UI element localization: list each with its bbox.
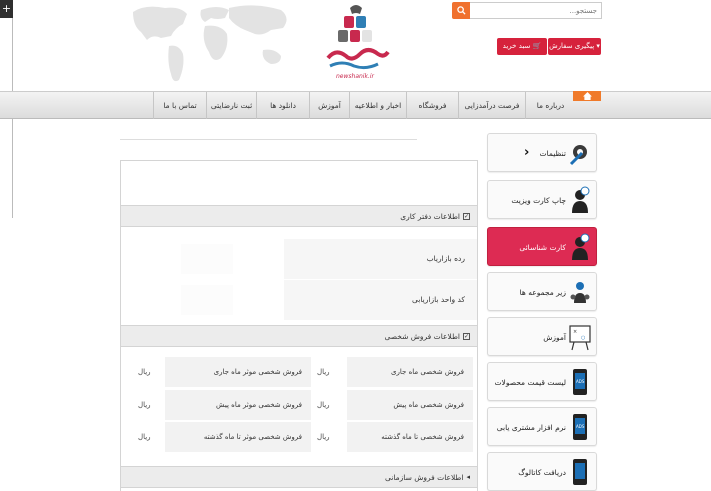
nav-item-news[interactable]: اخبار و اطلاعیه [349, 92, 406, 119]
personal-sales-header[interactable]: ✓ اطلاعات فروش شخصی [121, 325, 477, 347]
svg-text:×: × [573, 329, 577, 335]
nav-item-education[interactable]: آموزش [309, 92, 349, 119]
caret-left-icon: ◂ [466, 472, 470, 481]
sales-last-month-label: فروش شخصی ماه پیش [347, 390, 473, 420]
marketing-unit-code-value [129, 280, 279, 320]
sidebar-item-settings[interactable]: تنظیمات › [487, 133, 597, 172]
home-button[interactable] [573, 91, 601, 101]
nav-item-about[interactable]: درباره ما [525, 92, 575, 119]
sidebar-label-print-card: چاپ کارت ویزیت [511, 196, 566, 205]
currency-unit: ریال [317, 433, 330, 441]
org-sales-header[interactable]: ◂ اطلاعات فروش سازمانی [121, 466, 477, 488]
sidebar-label-id-card: کارت شناسائی [519, 243, 566, 252]
gear-wrench-icon [569, 145, 587, 166]
world-map-graphic [133, 5, 287, 82]
sales-current-month-label: فروش شخصی ماه جاری [347, 357, 473, 387]
content-divider [120, 139, 417, 140]
sidebar-label-customer-app: نرم افزار مشتری یابی [496, 423, 566, 432]
currency-unit: ریال [317, 368, 330, 376]
svg-text:ADS: ADS [576, 424, 585, 429]
sidebar-label-catalog: دریافت کاتالوگ [518, 468, 566, 477]
sidebar-item-customer-app[interactable]: ADS نرم افزار مشتری یابی [487, 407, 597, 446]
home-icon [582, 92, 592, 100]
marketer-rank-label: رده بازاریاب [284, 239, 477, 279]
main-panel: ✓ اطلاعات دفتر کاری رده بازاریاب کد واحد… [120, 160, 478, 491]
table-row: فروش شخصی ماه پیش ریال فروش شخصی موثر ما… [121, 390, 477, 420]
cart-button[interactable]: سبد خرید 🛒 [497, 38, 547, 55]
sidebar-item-price-list[interactable]: ADS لیست قیمت محصولات [487, 362, 597, 401]
nav-item-opportunity[interactable]: فرصت درآمدزایی [458, 92, 525, 119]
newshanik-logo [326, 5, 390, 70]
sales-until-last-month-label: فروش شخصی تا ماه گذشته [347, 422, 473, 452]
currency-unit: ریال [317, 401, 330, 409]
search-icon [456, 6, 466, 15]
nav-item-downloads[interactable]: دانلود ها [256, 92, 309, 119]
track-order-button[interactable]: پیگیری سفارش ▾ [548, 38, 601, 55]
search-input[interactable] [470, 2, 602, 19]
office-info-title: اطلاعات دفتر کاری [400, 211, 460, 221]
sidebar-item-print-card[interactable]: چاپ کارت ویزیت [487, 180, 597, 219]
marketer-rank-value [129, 239, 279, 279]
svg-text:○: ○ [581, 335, 585, 341]
id-card-icon [572, 233, 590, 260]
network-icon [570, 282, 590, 303]
table-row: فروش شخصی ماه جاری ریال فروش شخصی موثر م… [121, 357, 477, 387]
sidebar-item-education[interactable]: × ○ آموزش [487, 317, 597, 356]
price-list-icon: ADS [573, 369, 587, 395]
svg-text:ADS: ADS [576, 379, 585, 384]
search-bar [452, 2, 602, 19]
search-button[interactable] [452, 2, 470, 19]
cart-icon: 🛒 [532, 42, 542, 50]
nav-item-contact[interactable]: تماس با ما [153, 92, 206, 119]
currency-unit: ریال [138, 401, 151, 409]
nav-item-complaint[interactable]: ثبت نارضایتی [206, 92, 256, 119]
logo-url-text: newshanik.ir [336, 73, 374, 80]
sidebar-label-settings: تنظیمات [539, 149, 566, 158]
personal-sales-title: اطلاعات فروش شخصی [384, 331, 461, 341]
sidebar-item-catalog[interactable]: دریافت کاتالوگ [487, 452, 597, 491]
main-nav: درباره ما فرصت درآمدزایی فروشگاه اخبار و… [0, 91, 711, 119]
sidebar-label-subsets: زیر مجموعه ها [519, 288, 566, 297]
sidebar-label-price-list: لیست قیمت محصولات [494, 378, 567, 387]
currency-unit: ریال [138, 433, 151, 441]
sidebar-item-subsets[interactable]: زیر مجموعه ها [487, 272, 597, 311]
org-sales-title: اطلاعات فروش سازمانی [385, 472, 464, 482]
effective-sales-current-month-label: فروش شخصی موثر ماه جاری [165, 357, 311, 387]
checkbox-icon: ✓ [463, 212, 470, 220]
effective-sales-until-last-month-label: فروش شخصی موثر تا ماه گذشته [165, 422, 311, 452]
sidebar-item-id-card[interactable]: کارت شناسائی [487, 227, 597, 266]
whiteboard-icon: × ○ [569, 325, 591, 351]
catalog-icon [573, 459, 587, 485]
business-card-icon [572, 186, 590, 213]
mobile-app-icon: ADS [573, 414, 587, 440]
office-info-header[interactable]: ✓ اطلاعات دفتر کاری [121, 205, 477, 227]
track-order-label: پیگیری سفارش [549, 42, 595, 50]
sidebar-label-education: آموزش [543, 333, 566, 342]
expand-button[interactable]: + [0, 0, 13, 18]
checkbox-icon: ✓ [463, 332, 470, 340]
cart-label: سبد خرید [502, 42, 531, 50]
table-row: فروش شخصی تا ماه گذشته ریال فروش شخصی مو… [121, 422, 477, 452]
marketing-unit-code-label: کد واحد بازاریابی [284, 280, 477, 320]
nav-item-shop[interactable]: فروشگاه [406, 92, 458, 119]
dropdown-caret-icon: ▾ [596, 42, 600, 50]
effective-sales-last-month-label: فروش شخصی موثر ماه پیش [165, 390, 311, 420]
chevron-right-icon: › [524, 145, 530, 160]
currency-unit: ریال [138, 368, 151, 376]
